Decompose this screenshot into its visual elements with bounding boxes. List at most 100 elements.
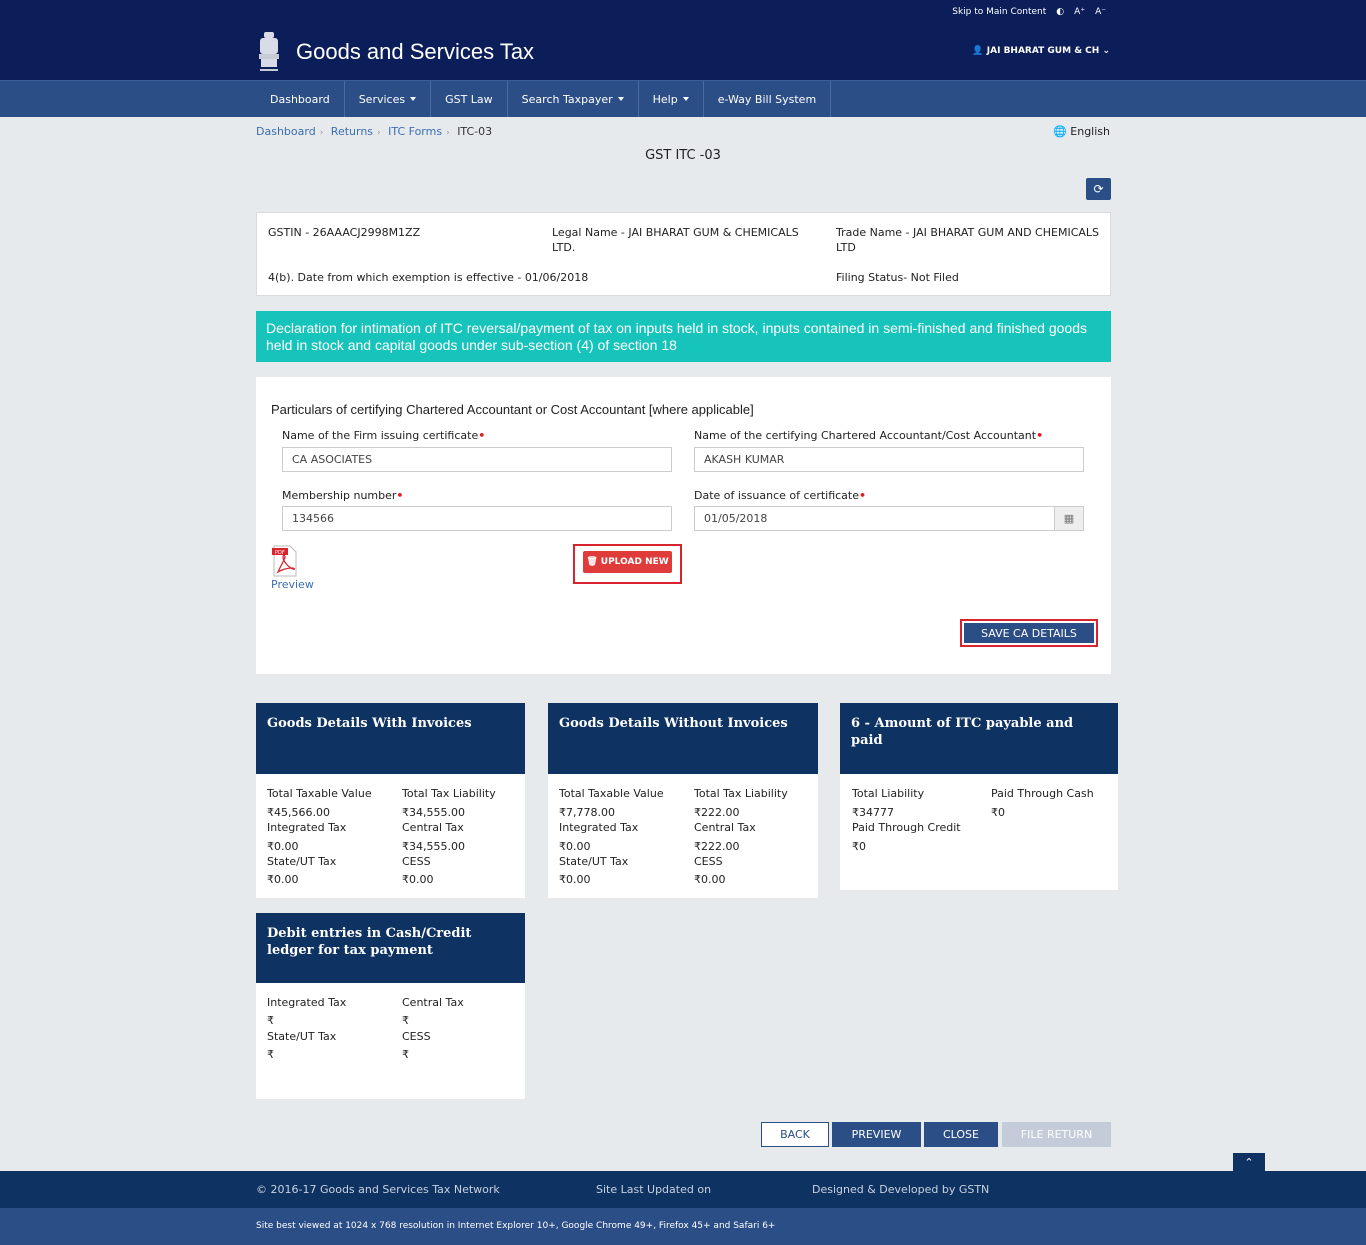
file-return-button[interactable]: FILE RETURN bbox=[1002, 1122, 1111, 1147]
card-label: Total Tax Liability bbox=[694, 787, 788, 800]
ca-name-input[interactable] bbox=[694, 447, 1084, 472]
card-label: Integrated Tax bbox=[267, 821, 347, 834]
save-ca-details-button[interactable]: SAVE CA DETAILS bbox=[964, 623, 1094, 643]
required-marker: • bbox=[1036, 429, 1044, 442]
nav-help[interactable]: Help bbox=[639, 81, 704, 117]
nav-services[interactable]: Services bbox=[345, 81, 432, 117]
user-icon: 👤 bbox=[972, 46, 984, 56]
breadcrumb-current: ITC-03 bbox=[457, 125, 493, 138]
calendar-icon[interactable]: ▦ bbox=[1054, 506, 1084, 531]
user-menu[interactable]: 👤 JAI BHARAT GUM & CH ⌄ bbox=[972, 46, 1110, 56]
filing-status: Filing Status- Not Filed bbox=[836, 271, 959, 284]
contrast-icon[interactable]: ◐ bbox=[1056, 7, 1064, 17]
nav-search-taxpayer[interactable]: Search Taxpayer bbox=[508, 81, 639, 117]
issue-date-input[interactable] bbox=[694, 506, 1055, 531]
card-label: Central Tax bbox=[402, 821, 464, 834]
required-marker: • bbox=[396, 489, 404, 502]
taxpayer-info-box: GSTIN - 26AAACJ2998M1ZZ Legal Name - JAI… bbox=[256, 212, 1111, 296]
legal-name-line1: Legal Name - JAI BHARAT GUM & CHEMICALS bbox=[552, 226, 799, 239]
breadcrumb-itc-forms[interactable]: ITC Forms bbox=[388, 125, 442, 138]
pdf-file-icon[interactable]: PDF bbox=[272, 545, 298, 577]
exemption-date: 4(b). Date from which exemption is effec… bbox=[268, 271, 589, 284]
scroll-to-top-button[interactable]: ⌃ bbox=[1233, 1153, 1265, 1171]
breadcrumb: Dashboard › Returns › ITC Forms › ITC-03 bbox=[256, 125, 493, 138]
card-label: State/UT Tax bbox=[267, 855, 337, 868]
card-label: Central Tax bbox=[694, 821, 756, 834]
issue-date-label: Date of issuance of certificate• bbox=[694, 489, 867, 502]
required-marker: • bbox=[478, 429, 486, 442]
font-decrease-button[interactable]: A⁻ bbox=[1095, 7, 1106, 17]
card-value: ₹7,778.00 bbox=[559, 806, 615, 819]
card-label: Total Tax Liability bbox=[402, 787, 496, 800]
card-label: Total Taxable Value bbox=[267, 787, 372, 800]
card-label: Total Liability bbox=[852, 787, 925, 800]
nav-gst-law[interactable]: GST Law bbox=[431, 81, 508, 117]
card-value: ₹ bbox=[267, 1014, 274, 1027]
card-value: ₹ bbox=[402, 1048, 409, 1061]
card-title: Goods Details With Invoices bbox=[256, 703, 525, 774]
ca-name-label: Name of the certifying Chartered Account… bbox=[694, 429, 1044, 442]
main-navbar: Dashboard Services GST Law Search Taxpay… bbox=[0, 80, 1366, 117]
firm-name-input[interactable] bbox=[282, 447, 672, 472]
breadcrumb-dashboard[interactable]: Dashboard bbox=[256, 125, 316, 138]
close-button[interactable]: CLOSE bbox=[924, 1122, 998, 1147]
card-label: Central Tax bbox=[402, 996, 464, 1009]
nav-dashboard[interactable]: Dashboard bbox=[256, 81, 345, 117]
save-highlight: SAVE CA DETAILS bbox=[960, 619, 1098, 647]
footer-copyright: © 2016-17 Goods and Services Tax Network bbox=[256, 1183, 500, 1196]
required-marker: • bbox=[859, 489, 867, 502]
caret-down-icon bbox=[617, 97, 624, 101]
card-value: ₹0.00 bbox=[694, 873, 726, 886]
language-selector[interactable]: 🌐 English bbox=[1053, 125, 1110, 138]
language-label: English bbox=[1070, 125, 1110, 138]
card-value: ₹0 bbox=[991, 806, 1005, 819]
footer-best-viewed: Site best viewed at 1024 x 768 resolutio… bbox=[0, 1208, 1366, 1245]
card-value: ₹222.00 bbox=[694, 840, 740, 853]
nav-eway-bill[interactable]: e-Way Bill System bbox=[704, 81, 832, 117]
membership-input[interactable] bbox=[282, 506, 672, 531]
caret-down-icon bbox=[410, 97, 417, 101]
caret-down-icon bbox=[682, 97, 689, 101]
card-itc-payable[interactable]: 6 - Amount of ITC payable and paid Total… bbox=[840, 703, 1118, 890]
page-title: GST ITC -03 bbox=[645, 148, 721, 163]
card-label: Integrated Tax bbox=[267, 996, 347, 1009]
upload-new-button[interactable]: 🗑 UPLOAD NEW bbox=[583, 551, 672, 573]
card-value: ₹ bbox=[267, 1048, 274, 1061]
card-value: ₹0.00 bbox=[559, 873, 591, 886]
breadcrumb-returns[interactable]: Returns bbox=[331, 125, 373, 138]
card-label: Paid Through Cash bbox=[991, 787, 1094, 800]
card-value: ₹0.00 bbox=[402, 873, 434, 886]
card-value: ₹ bbox=[402, 1014, 409, 1027]
card-value: ₹45,566.00 bbox=[267, 806, 330, 819]
membership-label: Membership number• bbox=[282, 489, 404, 502]
ca-heading: Particulars of certifying Chartered Acco… bbox=[271, 402, 754, 417]
user-name: JAI BHARAT GUM & CH bbox=[986, 46, 1100, 56]
card-with-invoices[interactable]: Goods Details With Invoices Total Taxabl… bbox=[256, 703, 525, 898]
card-debit-entries[interactable]: Debit entries in Cash/Credit ledger for … bbox=[256, 913, 525, 1099]
legal-name-line2: LTD. bbox=[552, 241, 576, 254]
trade-name-line1: Trade Name - JAI BHARAT GUM AND CHEMICAL… bbox=[836, 226, 1100, 239]
globe-icon: 🌐 bbox=[1053, 125, 1067, 138]
site-header: Goods and Services Tax 👤 JAI BHARAT GUM … bbox=[0, 24, 1366, 80]
card-value: ₹0.00 bbox=[559, 840, 591, 853]
card-label: CESS bbox=[694, 855, 723, 868]
card-label: Integrated Tax bbox=[559, 821, 639, 834]
card-value: ₹222.00 bbox=[694, 806, 740, 819]
skip-to-main-link[interactable]: Skip to Main Content bbox=[952, 7, 1046, 17]
preview-link[interactable]: Preview bbox=[271, 578, 314, 591]
upload-highlight: 🗑 UPLOAD NEW bbox=[573, 544, 682, 584]
ca-details-panel: Particulars of certifying Chartered Acco… bbox=[256, 377, 1111, 674]
refresh-icon: ⟳ bbox=[1093, 182, 1104, 196]
card-title: 6 - Amount of ITC payable and paid bbox=[840, 703, 1118, 774]
national-emblem-icon bbox=[259, 32, 279, 71]
refresh-button[interactable]: ⟳ bbox=[1086, 178, 1111, 200]
trade-name-line2: LTD bbox=[836, 241, 856, 254]
font-increase-button[interactable]: A⁺ bbox=[1074, 7, 1085, 17]
preview-button[interactable]: PREVIEW bbox=[832, 1122, 921, 1147]
site-title[interactable]: Goods and Services Tax bbox=[296, 39, 534, 65]
card-label: CESS bbox=[402, 855, 431, 868]
card-without-invoices[interactable]: Goods Details Without Invoices Total Tax… bbox=[548, 703, 818, 898]
gstin-text: GSTIN - 26AAACJ2998M1ZZ bbox=[268, 226, 421, 239]
declaration-banner: Declaration for intimation of ITC revers… bbox=[256, 311, 1111, 362]
back-button[interactable]: BACK bbox=[761, 1122, 829, 1147]
